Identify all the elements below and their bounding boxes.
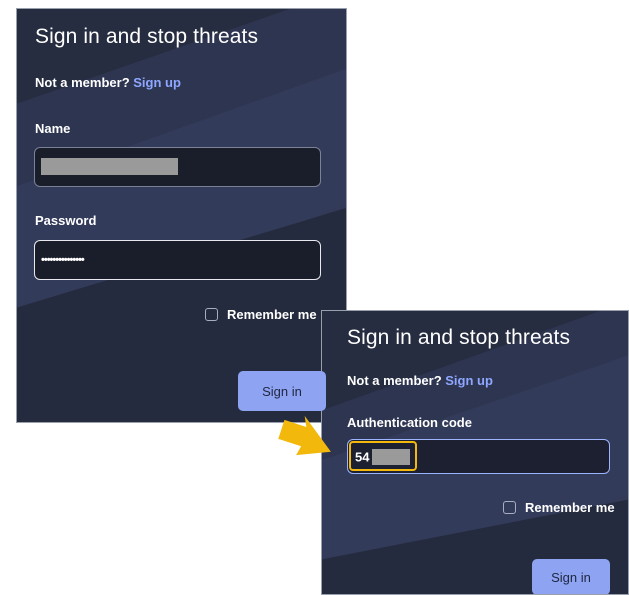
code-highlight-box xyxy=(349,441,417,471)
login-panel: Sign in and stop threats Not a member? S… xyxy=(16,8,347,423)
password-input[interactable]: ••••••••••••••• xyxy=(34,240,321,280)
checkbox-box[interactable] xyxy=(205,308,218,321)
sign-up-link[interactable]: Sign up xyxy=(133,75,181,90)
remember-me-label: Remember me xyxy=(227,307,317,322)
member-prompt: Not a member? Sign up xyxy=(347,373,493,388)
member-prompt-text: Not a member? xyxy=(347,373,442,388)
name-input[interactable] xyxy=(34,147,321,187)
page-title: Sign in and stop threats xyxy=(35,25,259,48)
auth-code-panel: Sign in and stop threats Not a member? S… xyxy=(321,310,629,595)
remember-me-label: Remember me xyxy=(525,500,615,515)
checkbox-box[interactable] xyxy=(503,501,516,514)
redacted-name xyxy=(41,158,178,175)
password-label: Password xyxy=(35,213,97,228)
member-prompt: Not a member? Sign up xyxy=(35,75,181,90)
remember-me-checkbox[interactable]: Remember me xyxy=(503,500,615,515)
name-label: Name xyxy=(35,121,71,136)
member-prompt-text: Not a member? xyxy=(35,75,130,90)
sign-in-button[interactable]: Sign in xyxy=(532,559,610,594)
password-value: ••••••••••••••• xyxy=(41,254,85,266)
sign-up-link[interactable]: Sign up xyxy=(445,373,493,388)
page-title: Sign in and stop threats xyxy=(347,326,571,349)
auth-code-label: Authentication code xyxy=(347,415,472,430)
remember-me-checkbox[interactable]: Remember me xyxy=(205,307,317,322)
arrow-right-icon xyxy=(278,415,331,456)
sign-in-button[interactable]: Sign in xyxy=(238,371,326,411)
